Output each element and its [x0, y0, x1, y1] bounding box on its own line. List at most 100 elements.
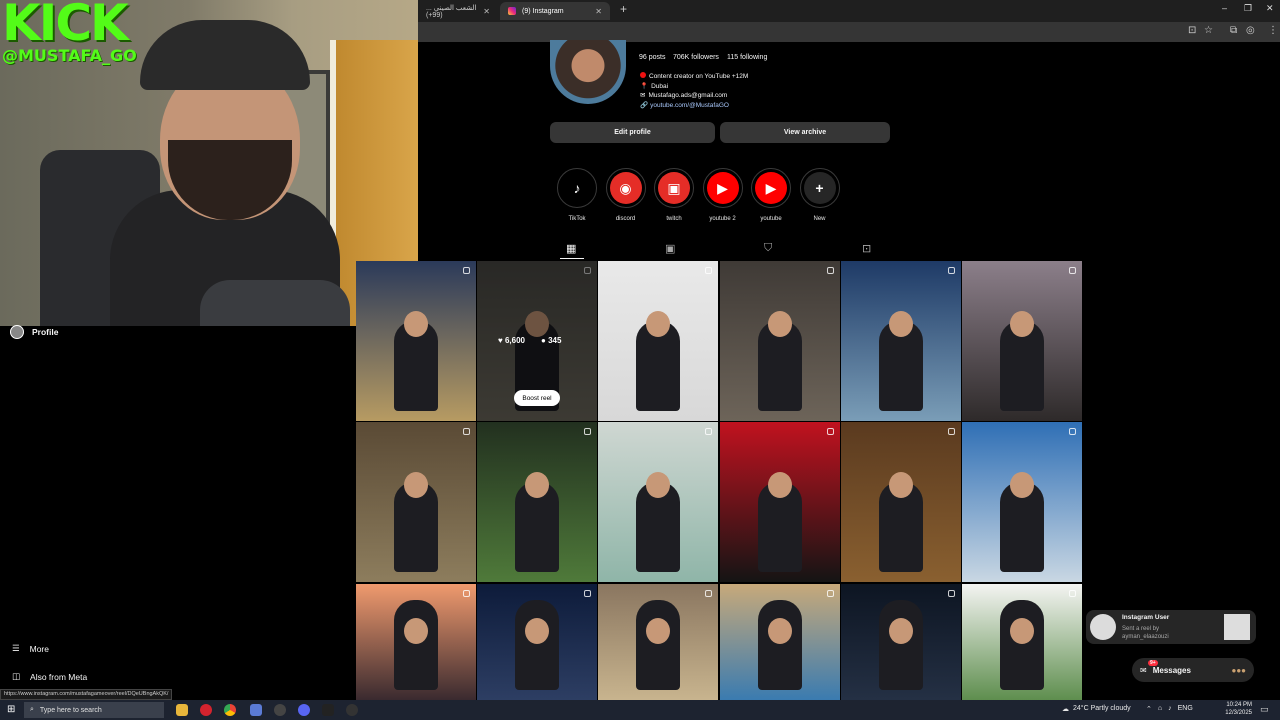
post-tile[interactable]: [841, 584, 961, 700]
highlight-1[interactable]: ◉ discord: [605, 168, 646, 222]
view-archive-button[interactable]: View archive: [720, 122, 890, 143]
likes-count: 6,600: [504, 336, 526, 345]
post-tile[interactable]: [356, 584, 476, 700]
windows-start-icon[interactable]: ⊞: [7, 704, 15, 715]
post-tile[interactable]: [962, 422, 1082, 582]
discord-icon: ◉: [609, 172, 642, 204]
meta-icon: ◫: [12, 671, 21, 681]
posts-grid-icon[interactable]: ▦: [566, 242, 576, 255]
highlight-3[interactable]: ▶ youtube 2: [702, 168, 743, 222]
account-icon[interactable]: ◎: [1246, 25, 1255, 36]
boost-reel-button[interactable]: Boost reel: [514, 390, 560, 406]
person-face: [1010, 311, 1034, 337]
notification-center-icon[interactable]: ▭: [1260, 704, 1269, 715]
language-indicator[interactable]: ENG: [1178, 705, 1193, 713]
new-tab-button[interactable]: +: [620, 2, 627, 16]
sidebar-item-meta[interactable]: ◫ Also from Meta: [12, 671, 87, 682]
post-tile[interactable]: [962, 261, 1082, 421]
obs-icon[interactable]: [346, 704, 358, 716]
post-tile[interactable]: [356, 261, 476, 421]
network-icon[interactable]: ⌂: [1158, 705, 1162, 713]
post-tile[interactable]: [477, 422, 597, 582]
opera-icon[interactable]: [200, 704, 212, 716]
volume-icon[interactable]: ♪: [1168, 705, 1172, 713]
notification-title: Instagram User: [1122, 614, 1170, 621]
person-face: [1010, 618, 1034, 644]
post-tile[interactable]: [962, 584, 1082, 700]
posts-count: 96 posts: [639, 54, 666, 61]
bio-line: ✉ Mustafago.ads@gmail.com: [640, 91, 727, 99]
post-tile[interactable]: [841, 422, 961, 582]
post-tile[interactable]: [720, 261, 840, 421]
star-icon[interactable]: ☆: [1204, 25, 1213, 36]
app-icon[interactable]: [250, 704, 262, 716]
reels-icon[interactable]: ▣: [665, 242, 675, 255]
post-tile[interactable]: [598, 422, 718, 582]
weather-widget[interactable]: ☁ 24°C Partly cloudy: [1062, 705, 1131, 713]
bio-link[interactable]: 🔗 youtube.com/@MustafaGO: [640, 101, 729, 109]
post-tile[interactable]: [356, 422, 476, 582]
post-tile[interactable]: [598, 584, 718, 700]
reel-icon: [463, 590, 470, 597]
close-icon[interactable]: ✕: [595, 7, 602, 16]
sidebar-item-profile[interactable]: Profile: [10, 325, 58, 339]
saved-icon[interactable]: ⛉: [764, 242, 772, 255]
highlight-ring: ◉: [605, 168, 646, 208]
likes-stat: ♥ 6,600: [498, 336, 526, 345]
post-tile[interactable]: [720, 584, 840, 700]
sidebar-item-more[interactable]: ☰ More: [12, 643, 49, 654]
taskbar-search[interactable]: ⌕ Type here to search: [24, 702, 164, 718]
browser-tab[interactable]: الشعب الصيني ... (99+) ✕: [418, 2, 498, 20]
profile-avatar[interactable]: [550, 40, 626, 104]
app-icon[interactable]: [274, 704, 286, 716]
edit-profile-button[interactable]: Edit profile: [550, 122, 715, 143]
messages-label: Messages: [1152, 665, 1191, 675]
plus-icon: +: [803, 172, 836, 204]
minimize-button[interactable]: –: [1222, 3, 1227, 13]
reel-icon: [1069, 267, 1076, 274]
post-tile[interactable]: [841, 261, 961, 421]
youtube-icon: ▶: [755, 172, 787, 204]
person-figure: [636, 600, 680, 690]
bio-link-text[interactable]: youtube.com/@MustafaGO: [650, 102, 729, 109]
highlight-0[interactable]: ♪ TikTok: [557, 168, 597, 222]
reel-icon: [705, 267, 712, 274]
extensions-icon[interactable]: ⧉: [1230, 25, 1237, 36]
clock[interactable]: 10:24 PM 12/3/2025: [1222, 701, 1252, 717]
browser-tab-strip: الشعب الصيني ... (99+) ✕ (9) Instagram ✕ …: [418, 0, 1280, 22]
person-face: [404, 618, 428, 644]
person-figure: [394, 600, 438, 690]
hamburger-icon: ☰: [12, 643, 20, 653]
post-tile[interactable]: [598, 261, 718, 421]
tagged-icon[interactable]: ⊡: [862, 242, 871, 255]
following-count[interactable]: 115 following: [727, 54, 767, 61]
person-face: [768, 311, 792, 337]
followers-count[interactable]: 706K followers: [673, 54, 719, 61]
tab-title: (9) Instagram: [522, 7, 564, 15]
close-icon[interactable]: ✕: [483, 7, 490, 16]
notification-body: Sent a reel by ayman_elaazouzi: [1122, 625, 1169, 641]
chevron-up-icon[interactable]: ⌃: [1146, 705, 1152, 713]
discord-app-icon[interactable]: [298, 704, 310, 716]
browser-tab-active[interactable]: (9) Instagram ✕: [500, 2, 610, 20]
person-figure: [879, 600, 923, 690]
install-icon[interactable]: ⊡: [1188, 25, 1196, 36]
post-tile[interactable]: [720, 422, 840, 582]
reel-icon: [705, 590, 712, 597]
capcut-icon[interactable]: [322, 704, 334, 716]
sidebar-label: More: [29, 643, 49, 654]
weather-icon: ☁: [1062, 706, 1069, 713]
menu-icon[interactable]: ⋮: [1268, 25, 1278, 36]
file-explorer-icon[interactable]: [176, 704, 188, 716]
highlight-2[interactable]: ▣ twitch: [654, 168, 694, 222]
highlight-ring: ▣: [654, 168, 694, 208]
maximize-button[interactable]: ❐: [1244, 3, 1252, 14]
close-window-button[interactable]: ✕: [1266, 3, 1274, 14]
messages-button[interactable]: ✉ 9+ Messages ●●●: [1132, 658, 1254, 682]
chrome-icon[interactable]: [224, 704, 236, 716]
message-notification[interactable]: Instagram User Sent a reel by ayman_elaaz…: [1086, 610, 1256, 644]
post-tile[interactable]: [477, 584, 597, 700]
search-placeholder: Type here to search: [39, 706, 102, 714]
highlight-5[interactable]: + New: [799, 168, 840, 222]
highlight-4[interactable]: ▶ youtube: [751, 168, 791, 222]
